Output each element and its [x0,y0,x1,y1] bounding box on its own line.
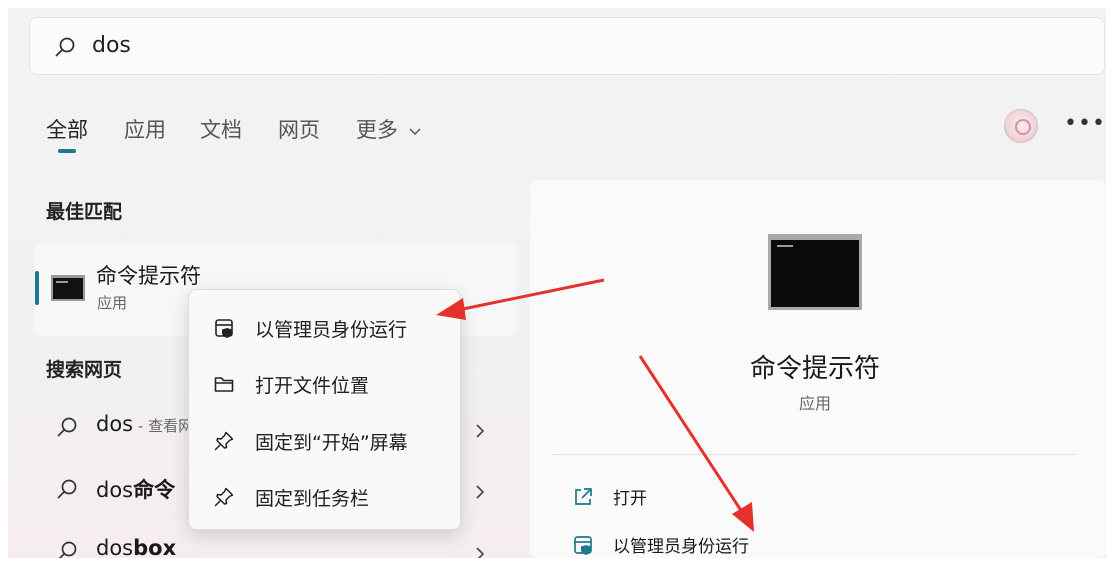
menu-item-open-file-location[interactable]: 打开文件位置 [189,362,460,406]
search-box[interactable]: dos [29,17,1105,75]
active-tab-indicator [58,149,76,153]
run-as-admin-label: 以管理员身份运行 [613,537,749,557]
web-search-query: dos [96,536,134,558]
menu-item-pin-to-taskbar[interactable]: 固定到任务栏 [189,475,460,519]
web-search-query: dos [96,478,134,502]
run-as-admin-action[interactable]: 以管理员身份运行 [568,530,868,558]
tab-web[interactable]: 网页 [278,114,320,144]
web-search-query-bold: 命令 [133,478,176,502]
chevron-right-icon[interactable] [473,483,487,501]
best-match-title: 命令提示符 [96,264,201,288]
pin-icon [214,487,234,507]
search-icon [57,479,77,499]
details-title: 命令提示符 [749,354,880,384]
search-icon [57,417,77,437]
command-prompt-large-icon [768,234,862,310]
shield-icon [574,536,592,555]
tab-documents[interactable]: 文档 [200,114,242,144]
open-external-icon [575,488,592,505]
web-search-hint: - 查看 [133,417,179,435]
chevron-right-icon[interactable] [473,422,487,440]
web-search-query: dos [96,412,134,436]
command-prompt-icon [51,275,85,301]
tab-more[interactable]: 更多 [356,114,422,144]
menu-item-run-as-admin[interactable]: 以管理员身份运行 [189,306,460,350]
chevron-right-icon[interactable] [473,545,487,558]
search-icon [55,37,75,57]
more-options-button[interactable]: ••• [1064,111,1106,136]
open-action-label: 打开 [613,489,647,509]
menu-item-pin-to-start[interactable]: 固定到“开始”屏幕 [189,419,460,463]
menu-item-label: 固定到任务栏 [255,488,370,510]
search-icon [58,541,77,558]
tab-more-label: 更多 [356,118,398,142]
divider [553,454,1077,455]
chevron-down-icon [409,128,421,136]
selection-indicator [35,271,39,305]
context-menu: 以管理员身份运行 打开文件位置 固定到“开始”屏幕 固定到任务栏 [188,289,461,530]
open-action[interactable]: 打开 [568,482,868,512]
folder-icon [214,377,234,392]
pin-icon [214,431,234,451]
best-match-subtitle: 应用 [97,294,128,312]
details-subtitle: 应用 [798,394,831,413]
avatar[interactable] [1004,109,1038,143]
best-match-heading: 最佳匹配 [46,201,123,223]
web-search-heading: 搜索网页 [46,359,123,381]
web-search-item[interactable]: dosbox [48,536,508,558]
search-input[interactable]: dos [92,33,131,58]
tab-apps[interactable]: 应用 [124,114,166,144]
menu-item-label: 以管理员身份运行 [255,319,408,341]
shield-icon [215,319,233,338]
search-window: dos 全部 应用 文档 网页 更多 ••• 最佳匹配 命令提示符 应用 搜索网… [8,8,1106,558]
menu-item-label: 打开文件位置 [255,375,370,397]
menu-item-label: 固定到“开始”屏幕 [255,432,408,454]
tab-all[interactable]: 全部 [46,114,88,144]
web-search-query-bold: box [133,536,177,558]
